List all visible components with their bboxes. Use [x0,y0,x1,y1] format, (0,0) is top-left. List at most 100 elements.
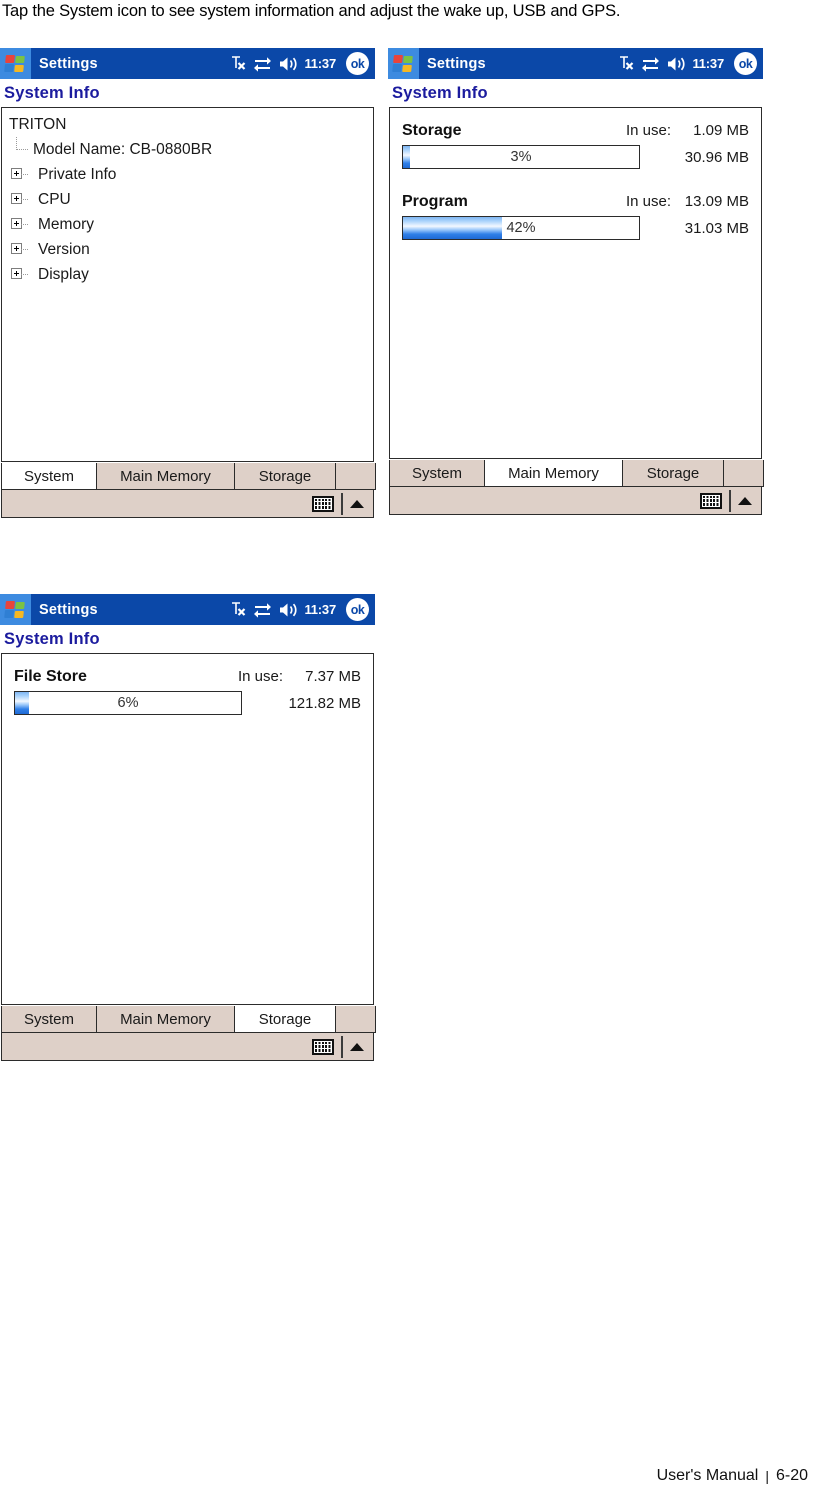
tab-storage[interactable]: Storage [234,1006,336,1033]
divider [341,1035,343,1058]
ok-button[interactable]: ok [346,52,369,75]
tree-item-memory[interactable]: Memory [6,212,373,237]
clock[interactable]: 11:37 [692,56,724,71]
in-use-value: 1.09 MB [693,122,749,139]
tab-filler [334,1006,376,1033]
tree-item-private-info[interactable]: Private Info [6,162,373,187]
tree-connector-line [21,249,29,250]
system-info-tree-panel: TRITON Model Name: CB-0880BR Private Inf… [1,107,374,462]
app-title: Settings [39,55,98,72]
speaker-icon[interactable] [667,56,686,72]
meter-name: File Store [14,668,87,685]
tree-connector-line [21,199,29,200]
tree-item-model-name[interactable]: Model Name: CB-0880BR [6,137,373,162]
tree-connector-line [21,274,29,275]
progress-percent-label: 3% [510,149,532,165]
tree-connector-line [21,224,29,225]
clock[interactable]: 11:37 [304,56,336,71]
tab-storage[interactable]: Storage [622,460,724,487]
chevron-up-icon[interactable] [350,499,364,508]
ok-button[interactable]: ok [734,52,757,75]
connectivity-icon[interactable] [253,601,272,618]
system-tray: 11:37 ok [231,48,369,79]
windows-flag-icon [4,54,27,73]
tab-storage[interactable]: Storage [234,463,336,490]
file-store-progress-bar: 6% [14,691,242,715]
meter-name: Program [402,193,468,210]
storage-meter-row: 3% 30.96 MB [402,145,749,169]
program-progress-bar: 42% [402,216,640,240]
app-title: Settings [39,601,98,618]
in-use-value: 13.09 MB [684,193,749,210]
program-meter-header: Program In use: 13.09 MB [402,193,749,211]
app-title: Settings [427,55,486,72]
page-footer: User's Manual | 6-20 [657,1467,808,1485]
main-memory-panel: Storage In use: 1.09 MB 3% 30.96 MB Prog… [389,107,762,459]
storage-meter-header: Storage In use: 1.09 MB [402,122,749,140]
tree-root-label: TRITON [9,116,67,133]
connectivity-icon[interactable] [253,55,272,72]
tab-system[interactable]: System [1,1006,97,1033]
divider [341,492,343,515]
keyboard-icon[interactable] [700,492,722,509]
tree-item-display[interactable]: Display [6,262,373,287]
chevron-up-icon[interactable] [738,496,752,505]
signal-off-icon[interactable] [619,55,634,72]
keyboard-icon[interactable] [312,1038,334,1055]
tab-main-memory[interactable]: Main Memory [483,460,624,487]
title-bar: Settings 11:37 ok [388,48,763,79]
tab-filler [722,460,764,487]
tree-elbow-icon [9,137,31,162]
page-title: System Info [0,79,375,107]
title-bar: Settings 11:37 ok [0,594,375,625]
progress-percent-label: 42% [506,220,536,236]
storage-progress-bar: 3% [402,145,640,169]
storage-panel: File Store In use: 7.37 MB 6% 121.82 MB [1,653,374,1005]
signal-off-icon[interactable] [231,55,246,72]
device-tree[interactable]: TRITON Model Name: CB-0880BR Private Inf… [2,108,373,287]
tree-item-version[interactable]: Version [6,237,373,262]
file-store-meter-row: 6% 121.82 MB [14,691,361,715]
tree-item-label: Display [38,266,89,283]
in-use-label: In use: [625,122,671,139]
start-button[interactable] [0,594,31,625]
file-store-meter-block: File Store In use: 7.37 MB 6% 121.82 MB [2,654,373,715]
total-value: 30.96 MB [684,148,749,166]
in-use-label: In use: [625,193,671,210]
chevron-up-icon[interactable] [350,1042,364,1051]
instruction-caption: Tap the System icon to see system inform… [2,2,621,20]
tree-item-label: Model Name: CB-0880BR [33,141,213,158]
speaker-icon[interactable] [279,602,298,618]
tab-main-memory[interactable]: Main Memory [95,1006,236,1033]
ok-button[interactable]: ok [346,598,369,621]
total-value: 121.82 MB [288,694,361,712]
tab-strip: System Main Memory Storage [389,459,764,487]
tab-main-memory[interactable]: Main Memory [95,463,236,490]
tab-strip: System Main Memory Storage [1,462,376,490]
keyboard-icon[interactable] [312,495,334,512]
sip-bar [1,1033,374,1061]
system-tray: 11:37 ok [231,594,369,625]
page-title: System Info [388,79,763,107]
storage-meter-block: Storage In use: 1.09 MB 3% 30.96 MB [390,108,761,169]
page-title: System Info [0,625,375,653]
windows-flag-icon [4,600,27,619]
footer-separator: | [765,1468,769,1484]
tab-system[interactable]: System [389,460,485,487]
clock[interactable]: 11:37 [304,602,336,617]
pda-screenshot-system: Settings 11:37 ok System Info TRITON Mod… [0,48,376,518]
start-button[interactable] [0,48,31,79]
system-tray: 11:37 ok [619,48,757,79]
connectivity-icon[interactable] [641,55,660,72]
pda-screenshot-main-memory: Settings 11:37 ok System Info Storage In… [388,48,764,515]
speaker-icon[interactable] [279,56,298,72]
tree-item-label: CPU [38,191,71,208]
tree-item-label: Memory [38,216,94,233]
sip-bar [1,490,374,518]
tree-item-cpu[interactable]: CPU [6,187,373,212]
signal-off-icon[interactable] [231,601,246,618]
page-number: 6-20 [775,1467,808,1484]
start-button[interactable] [388,48,419,79]
progress-percent-label: 6% [117,695,139,711]
tab-system[interactable]: System [1,463,97,490]
